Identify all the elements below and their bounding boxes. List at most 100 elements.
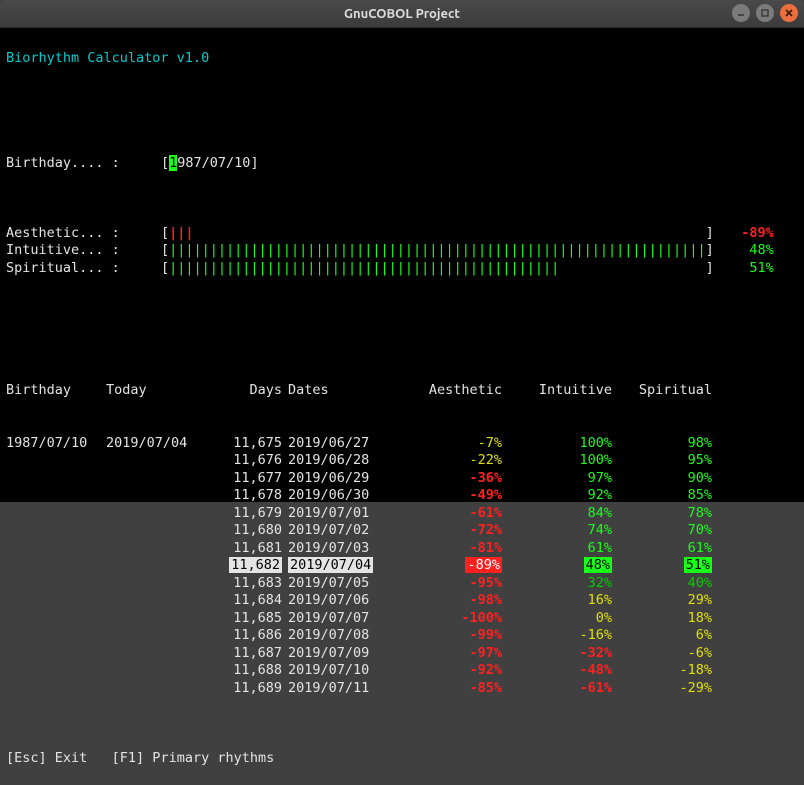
cell-days: 11,680 <box>206 522 288 540</box>
cell-birthday <box>6 575 106 593</box>
cell-date: 2019/06/29 <box>288 470 398 488</box>
cell-aesthetic: -89% <box>398 557 508 575</box>
cell-birthday <box>6 522 106 540</box>
cell-spiritual: 61% <box>618 540 718 558</box>
cell-spiritual: 70% <box>618 522 718 540</box>
table-row: 11,6822019/07/04-89%48%51% <box>6 557 798 575</box>
table-row: 11,6862019/07/08-99%-16%6% <box>6 627 798 645</box>
table-row: 1987/07/102019/07/0411,6752019/06/27-7%1… <box>6 435 798 453</box>
bracket-open: [ <box>161 155 169 171</box>
table-row: 11,6872019/07/09-97%-32%-6% <box>6 645 798 663</box>
bar-pct: 51% <box>714 260 774 278</box>
cell-today <box>106 610 206 628</box>
table-row: 11,6792019/07/01-61%84%78% <box>6 505 798 523</box>
cell-today <box>106 680 206 698</box>
cell-aesthetic: -99% <box>398 627 508 645</box>
app-title: Biorhythm Calculator v1.0 <box>6 50 209 66</box>
cell-spiritual: 6% <box>618 627 718 645</box>
cell-aesthetic: -97% <box>398 645 508 663</box>
hdr-days: Days <box>206 382 288 400</box>
table-row: 11,6802019/07/02-72%74%70% <box>6 522 798 540</box>
cell-days: 11,687 <box>206 645 288 663</box>
cell-days: 11,685 <box>206 610 288 628</box>
hdr-intuitive: Intuitive <box>508 382 618 400</box>
birthday-value[interactable]: 987/07/10 <box>177 155 250 171</box>
cell-days: 11,689 <box>206 680 288 698</box>
cell-intuitive: -16% <box>508 627 618 645</box>
cell-date: 2019/07/06 <box>288 592 398 610</box>
footer-f1: [F1] Primary rhythms <box>112 750 275 766</box>
cell-spiritual: 40% <box>618 575 718 593</box>
cell-spiritual: 95% <box>618 452 718 470</box>
cell-birthday <box>6 645 106 663</box>
table-row: 11,6832019/07/05-95%32%40% <box>6 575 798 593</box>
cell-aesthetic: -92% <box>398 662 508 680</box>
birthday-input-row[interactable]: Birthday.... : [1987/07/10] <box>6 155 798 173</box>
cell-today <box>106 470 206 488</box>
hdr-aesthetic: Aesthetic <box>398 382 508 400</box>
birthday-label: Birthday.... : <box>6 155 161 173</box>
cell-days: 11,676 <box>206 452 288 470</box>
cell-birthday <box>6 452 106 470</box>
cell-days: 11,688 <box>206 662 288 680</box>
cell-intuitive: 0% <box>508 610 618 628</box>
cell-days: 11,677 <box>206 470 288 488</box>
table-row: 11,6852019/07/07-100%0%18% <box>6 610 798 628</box>
cell-today <box>106 645 206 663</box>
cell-spiritual: 51% <box>618 557 718 575</box>
cell-intuitive: 100% <box>508 452 618 470</box>
cell-today <box>106 540 206 558</box>
cell-spiritual: 18% <box>618 610 718 628</box>
cell-days: 11,683 <box>206 575 288 593</box>
cell-intuitive: 97% <box>508 470 618 488</box>
cell-spiritual: 98% <box>618 435 718 453</box>
cell-spiritual: 29% <box>618 592 718 610</box>
terminal: Biorhythm Calculator v1.0 Birthday.... :… <box>0 28 804 502</box>
cell-birthday <box>6 505 106 523</box>
close-button[interactable] <box>780 4 798 22</box>
minimize-button[interactable] <box>732 4 750 22</box>
cell-intuitive: 74% <box>508 522 618 540</box>
cell-intuitive: 84% <box>508 505 618 523</box>
bar-intuitive: Intuitive... : [||||||||||||||||||||||||… <box>6 242 798 260</box>
cell-birthday: 1987/07/10 <box>6 435 106 453</box>
cell-date: 2019/07/07 <box>288 610 398 628</box>
cell-date: 2019/07/08 <box>288 627 398 645</box>
bar-label: Intuitive... : <box>6 242 161 260</box>
window-buttons <box>732 4 798 22</box>
bar-spiritual: Spiritual... : [||||||||||||||||||||||||… <box>6 260 798 278</box>
cell-aesthetic: -22% <box>398 452 508 470</box>
bar-pct: 48% <box>714 242 774 260</box>
maximize-button[interactable] <box>756 4 774 22</box>
maximize-icon <box>760 8 770 18</box>
table-header: Birthday Today Days Dates Aesthetic Intu… <box>6 382 798 400</box>
cell-birthday <box>6 662 106 680</box>
cell-aesthetic: -98% <box>398 592 508 610</box>
cell-aesthetic: -7% <box>398 435 508 453</box>
window-title: GnuCOBOL Project <box>344 7 460 21</box>
cell-date: 2019/07/10 <box>288 662 398 680</box>
bar-pct: -89% <box>714 225 774 243</box>
bracket-close: ] <box>250 155 258 171</box>
cell-date: 2019/06/28 <box>288 452 398 470</box>
cell-today <box>106 575 206 593</box>
cell-intuitive: 61% <box>508 540 618 558</box>
minimize-icon <box>736 8 746 18</box>
cell-date: 2019/07/01 <box>288 505 398 523</box>
table-row: 11,6772019/06/29-36%97%90% <box>6 470 798 488</box>
bar-fill: ||| <box>169 225 193 241</box>
cell-intuitive: -61% <box>508 680 618 698</box>
bar-label: Aesthetic... : <box>6 225 161 243</box>
footer-esc: [Esc] Exit <box>6 750 87 766</box>
cell-aesthetic: -81% <box>398 540 508 558</box>
cell-aesthetic: -95% <box>398 575 508 593</box>
cell-spiritual: 78% <box>618 505 718 523</box>
cell-intuitive: -32% <box>508 645 618 663</box>
cell-aesthetic: -100% <box>398 610 508 628</box>
cell-intuitive: 16% <box>508 592 618 610</box>
cell-days: 11,679 <box>206 505 288 523</box>
bar-fill: ||||||||||||||||||||||||||||||||||||||||… <box>169 242 705 258</box>
hdr-today: Today <box>106 382 206 400</box>
cell-intuitive: -48% <box>508 662 618 680</box>
table-row: 11,6842019/07/06-98%16%29% <box>6 592 798 610</box>
